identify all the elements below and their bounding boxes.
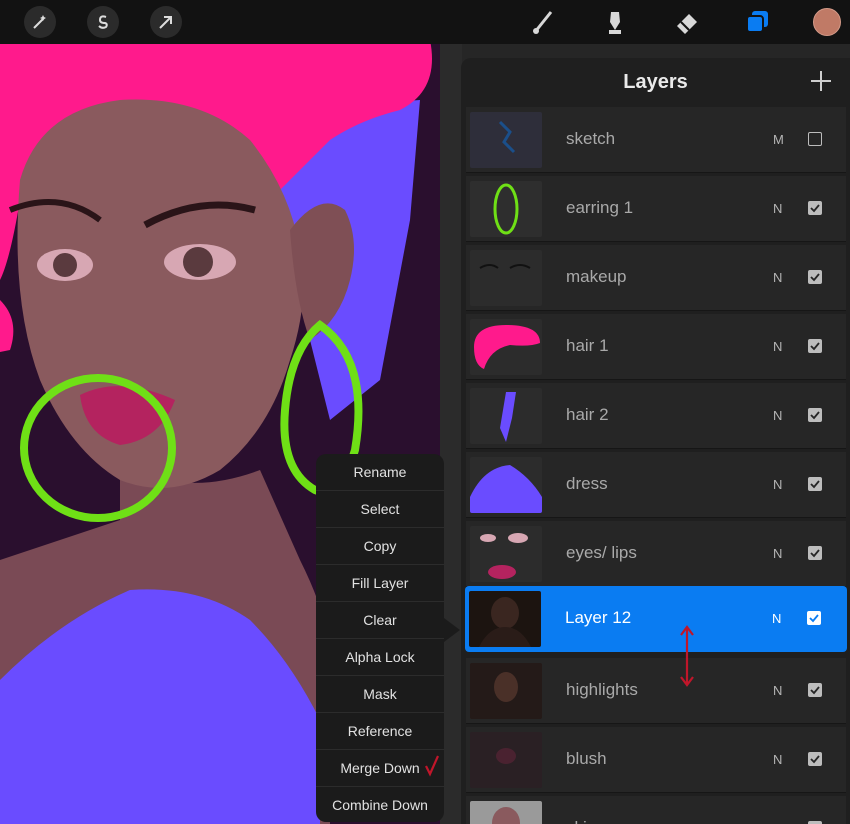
menu-item-copy[interactable]: Copy xyxy=(316,528,444,565)
visibility-checkbox[interactable] xyxy=(808,132,822,146)
menu-item-alpha-lock[interactable]: Alpha Lock xyxy=(316,639,444,676)
top-toolbar xyxy=(0,0,850,44)
blend-mode-label[interactable]: N xyxy=(773,546,782,561)
layer-row-eyes-lips[interactable]: eyes/ lips N xyxy=(466,521,846,587)
blend-mode-label[interactable]: N xyxy=(772,611,781,626)
visibility-checkbox[interactable] xyxy=(808,546,822,560)
layer-name: blush xyxy=(566,749,607,768)
layer-thumbnail xyxy=(470,801,542,824)
menu-pointer xyxy=(444,618,460,642)
menu-item-rename[interactable]: Rename xyxy=(316,454,444,491)
layer-row-sketch[interactable]: sketch M xyxy=(466,107,846,173)
menu-item-fill-layer[interactable]: Fill Layer xyxy=(316,565,444,602)
layer-row-highlights[interactable]: highlights N xyxy=(466,658,846,724)
layer-row-skin[interactable]: skin N xyxy=(466,796,846,824)
visibility-checkbox[interactable] xyxy=(808,270,822,284)
blend-mode-label[interactable]: N xyxy=(773,683,782,698)
layer-row-hair-1[interactable]: hair 1 N xyxy=(466,314,846,380)
layer-thumbnail xyxy=(470,526,542,582)
layer-thumbnail xyxy=(470,457,542,513)
magic-wand-icon[interactable] xyxy=(24,6,56,38)
visibility-checkbox[interactable] xyxy=(808,201,822,215)
layer-name: Layer 12 xyxy=(565,608,632,627)
layer-name: hair 2 xyxy=(566,405,609,424)
layer-name: sketch xyxy=(566,129,616,148)
checkmark-annotation-icon xyxy=(425,755,440,777)
menu-item-select[interactable]: Select xyxy=(316,491,444,528)
menu-item-clear[interactable]: Clear xyxy=(316,602,444,639)
layer-name: skin xyxy=(566,818,596,824)
layer-name: hair 1 xyxy=(566,336,609,355)
menu-item-mask[interactable]: Mask xyxy=(316,676,444,713)
layer-thumbnail xyxy=(470,181,542,237)
visibility-checkbox[interactable] xyxy=(807,611,821,625)
blend-mode-label[interactable]: N xyxy=(773,201,782,216)
blend-mode-label[interactable]: N xyxy=(773,752,782,767)
layer-name: eyes/ lips xyxy=(566,543,637,562)
menu-item-combine-down[interactable]: Combine Down xyxy=(316,787,444,822)
transform-arrow-icon[interactable] xyxy=(150,6,182,38)
layer-thumbnail xyxy=(470,388,542,444)
smudge-icon[interactable] xyxy=(599,6,631,38)
selection-icon[interactable] xyxy=(87,6,119,38)
layer-row-dress[interactable]: dress N xyxy=(466,452,846,518)
current-color-swatch[interactable] xyxy=(813,8,841,36)
blend-mode-label[interactable]: N xyxy=(773,477,782,492)
brush-icon[interactable] xyxy=(527,6,559,38)
layer-row-makeup[interactable]: makeup N xyxy=(466,245,846,311)
visibility-checkbox[interactable] xyxy=(808,752,822,766)
layer-thumbnail xyxy=(470,112,542,168)
layer-thumbnail xyxy=(470,250,542,306)
eraser-icon[interactable] xyxy=(671,6,703,38)
blend-mode-label[interactable]: N xyxy=(773,339,782,354)
visibility-checkbox[interactable] xyxy=(808,477,822,491)
layer-row-earring-1[interactable]: earring 1 N xyxy=(466,176,846,242)
layer-name: earring 1 xyxy=(566,198,634,217)
layer-name: highlights xyxy=(566,680,638,699)
layers-icon[interactable] xyxy=(741,6,773,38)
blend-mode-label[interactable]: N xyxy=(773,408,782,423)
blend-mode-label[interactable]: M xyxy=(773,132,784,147)
drag-annotation-arrow xyxy=(680,625,694,687)
layer-options-menu: Rename Select Copy Fill Layer Clear Alph… xyxy=(316,454,444,822)
layers-title: Layers xyxy=(623,71,688,93)
visibility-checkbox[interactable] xyxy=(808,683,822,697)
layer-thumbnail xyxy=(470,663,542,719)
blend-mode-label[interactable]: N xyxy=(773,270,782,285)
layer-thumbnail xyxy=(470,319,542,375)
layer-row-hair-2[interactable]: hair 2 N xyxy=(466,383,846,449)
layers-panel: Layers sketch M earring 1 N makeup N hai… xyxy=(461,58,850,824)
visibility-checkbox[interactable] xyxy=(808,339,822,353)
layer-row-blush[interactable]: blush N xyxy=(466,727,846,793)
layer-thumbnail xyxy=(469,591,541,647)
layer-thumbnail xyxy=(470,732,542,788)
layer-name: makeup xyxy=(566,267,627,286)
layer-name: dress xyxy=(566,474,608,493)
layer-row-layer-12[interactable]: Layer 12 N xyxy=(465,586,847,652)
menu-item-reference[interactable]: Reference xyxy=(316,713,444,750)
plus-icon[interactable] xyxy=(808,68,834,94)
visibility-checkbox[interactable] xyxy=(808,408,822,422)
